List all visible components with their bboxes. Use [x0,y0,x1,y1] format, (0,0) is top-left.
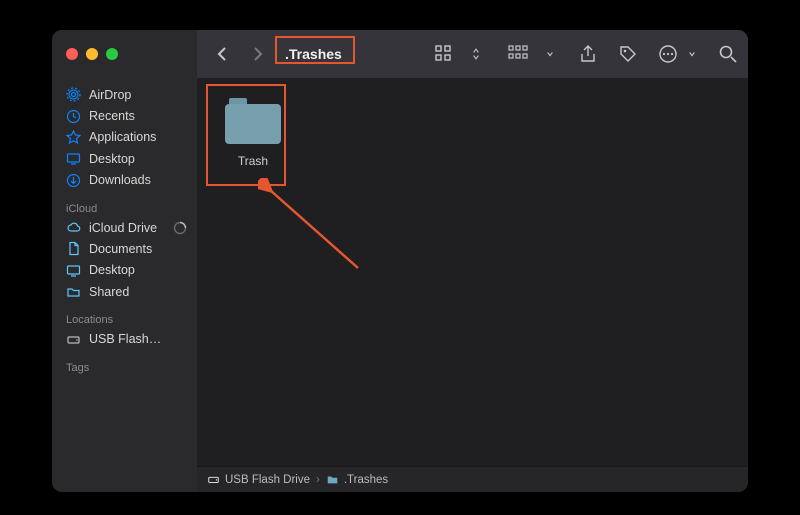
grid-icon [434,44,454,64]
desktop-icon [66,151,81,166]
grid-menu-icon [508,44,528,64]
sidebar-item-label: USB Flash… [89,332,161,346]
path-separator: › [316,474,320,486]
path-label: USB Flash Drive [225,474,310,486]
sidebar-item-label: Desktop [89,263,135,277]
close-button[interactable] [66,48,78,60]
sidebar-item-desktop[interactable]: Desktop [52,148,197,169]
drive-icon [207,473,220,486]
titlebar: .Trashes [52,30,748,78]
sidebar-item-label: iCloud Drive [89,221,157,235]
sidebar-item-label: Documents [89,242,152,256]
folder-icon [225,98,281,144]
tag-button[interactable] [618,44,638,64]
sidebar-item-shared[interactable]: Shared [52,281,197,302]
sidebar-item-applications[interactable]: Applications [52,127,197,148]
search-button[interactable] [718,44,738,64]
path-segment-usb-flash-drive[interactable]: USB Flash Drive [207,473,310,486]
up-down-icon [472,47,480,61]
sidebar-item-label: Recents [89,109,135,123]
sidebar-item-label: Applications [89,130,156,144]
view-icons-button[interactable] [434,44,454,64]
action-menu-button[interactable] [658,44,678,64]
minimize-button[interactable] [86,48,98,60]
sidebar-heading-tags: Tags [52,358,197,376]
desktop-icon [66,263,81,278]
chevron-left-icon [215,46,231,62]
sidebar-item-label: AirDrop [89,88,131,102]
sidebar-item-desktop[interactable]: Desktop [52,260,197,281]
apps-icon [66,130,81,145]
forward-button[interactable] [249,46,265,62]
sidebar-item-label: Shared [89,285,129,299]
sharedfolder-icon [66,284,81,299]
search-icon [718,44,738,64]
progress-icon [173,221,187,235]
sidebar-heading-locations: Locations [52,310,197,328]
content-area: Trash USB Flash Drive › .Trashes [197,78,748,492]
drive-icon [66,332,81,347]
sidebar-item-usb-flash-[interactable]: USB Flash… [52,328,197,349]
sidebar-item-downloads[interactable]: Downloads [52,170,197,191]
sidebar-item-label: Downloads [89,173,151,187]
sidebar-heading-icloud: iCloud [52,199,197,217]
path-segment--trashes[interactable]: .Trashes [326,473,388,486]
file-label: Trash [238,154,268,168]
back-button[interactable] [215,46,231,62]
window-controls [52,30,197,78]
chevron-down-icon [546,50,554,58]
chevron-right-icon [249,46,265,62]
path-label: .Trashes [344,474,388,486]
sidebar-item-icloud-drive[interactable]: iCloud Drive [52,217,197,238]
clock-icon [66,109,81,124]
chevron-down-icon [688,50,696,58]
maximize-button[interactable] [106,48,118,60]
download-icon [66,173,81,188]
share-icon [578,44,598,64]
sidebar-item-airdrop[interactable]: AirDrop [52,84,197,105]
airdrop-icon [66,87,81,102]
ellipsis-circle-icon [658,44,678,64]
sidebar: AirDrop Recents Applications Desktop Downloa… [52,78,197,492]
sidebar-item-documents[interactable]: Documents [52,238,197,259]
file-grid[interactable]: Trash [197,78,748,466]
folder-icon [326,473,339,486]
file-item-trash[interactable]: Trash [213,94,293,168]
toolbar: .Trashes [197,30,748,78]
path-bar: USB Flash Drive › .Trashes [197,466,748,492]
window-title: .Trashes [275,43,352,65]
share-button[interactable] [578,44,598,64]
doc-icon [66,241,81,256]
sidebar-item-recents[interactable]: Recents [52,105,197,126]
finder-window: .Trashes [52,30,748,492]
sidebar-item-label: Desktop [89,152,135,166]
tag-icon [618,44,638,64]
cloud-icon [66,220,81,235]
group-by-button[interactable] [508,44,528,64]
